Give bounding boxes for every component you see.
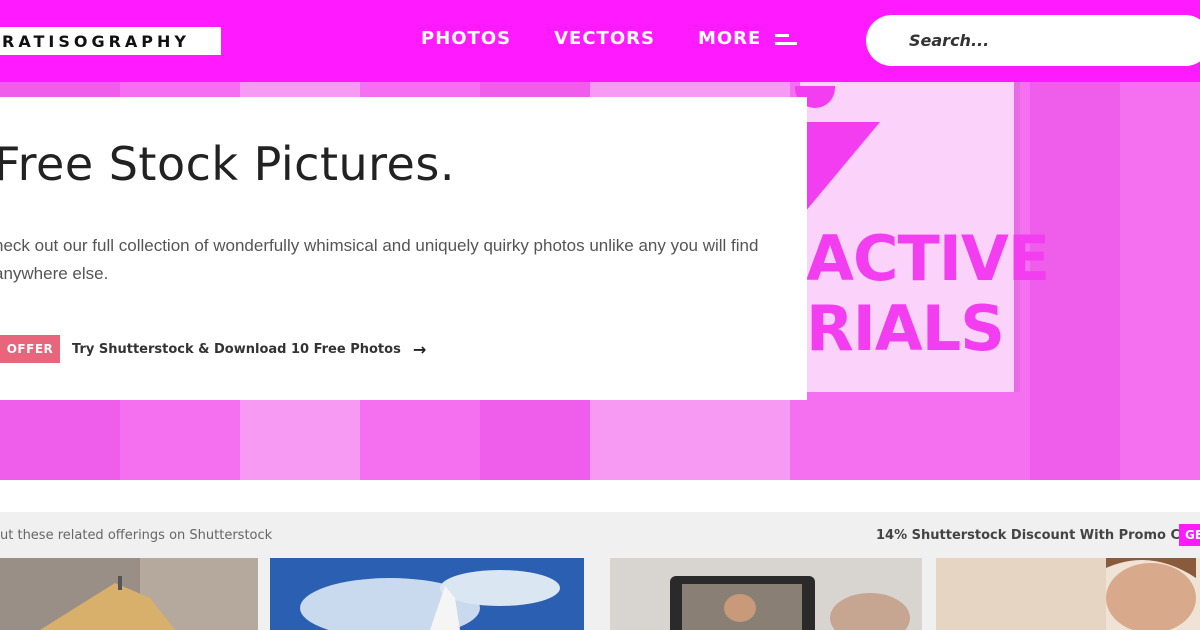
sign-text: RIALS xyxy=(806,292,1005,365)
nav-more-label: MORE xyxy=(697,28,762,49)
page-title: Free Stock Pictures. xyxy=(0,137,455,191)
nav-more[interactable]: MORE xyxy=(697,28,798,49)
search-input[interactable] xyxy=(909,31,1189,50)
arrow-right-icon: → xyxy=(412,339,427,359)
main-nav: PHOTOS VECTORS MORE xyxy=(421,28,798,49)
thumbnail-image xyxy=(0,558,258,630)
sign-text: ACTIVE xyxy=(806,222,1050,295)
related-heading-text: ut these related offerings on Shuttersto… xyxy=(0,528,273,543)
thumbnail-birdhouse[interactable] xyxy=(0,558,258,630)
thumbnail-image xyxy=(610,558,922,630)
nav-photos[interactable]: PHOTOS xyxy=(421,28,511,49)
promo-text[interactable]: 14% Shutterstock Discount With Promo Cod… xyxy=(876,528,1200,543)
offer-link-label: Try Shutterstock & Download 10 Free Phot… xyxy=(72,341,401,357)
offer-link[interactable]: Try Shutterstock & Download 10 Free Phot… xyxy=(72,340,426,359)
thumbnail-image xyxy=(936,558,1200,630)
radiation-symbol xyxy=(805,122,880,212)
offer-badge: OFFER xyxy=(0,335,60,363)
offer-row: OFFER Try Shutterstock & Download 10 Fre… xyxy=(0,335,426,363)
promo-code-badge[interactable]: GE xyxy=(1179,524,1200,546)
related-heading: ut these related offerings on Shuttersto… xyxy=(0,528,290,543)
thumbnail-phone-selfie[interactable] xyxy=(610,558,922,630)
nav-vectors[interactable]: VECTORS xyxy=(554,28,655,49)
thumbnail-image xyxy=(270,558,584,630)
hero-card: Free Stock Pictures. heck out our full c… xyxy=(0,97,807,400)
site-logo[interactable]: RATISOGRAPHY xyxy=(0,27,221,55)
site-header: RATISOGRAPHY PHOTOS VECTORS MORE xyxy=(0,0,1200,82)
thumbnail-sleeping-woman[interactable] xyxy=(936,558,1200,630)
hero-description: heck out our full collection of wonderfu… xyxy=(0,236,759,283)
menu-icon xyxy=(775,32,798,46)
thumbnail-goat-sky[interactable] xyxy=(270,558,584,630)
search-box xyxy=(866,15,1200,66)
